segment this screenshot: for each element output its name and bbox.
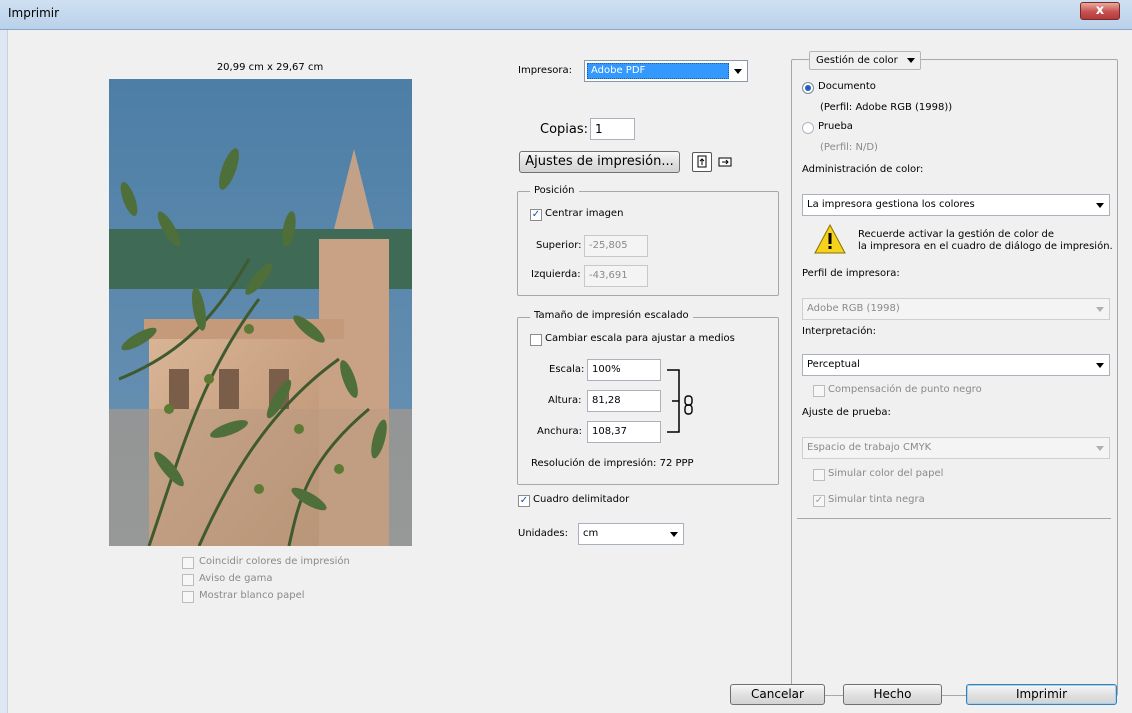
paper-color-label: Simular color del papel: [828, 468, 944, 479]
close-button[interactable]: x: [1080, 2, 1120, 20]
intent-select[interactable]: Perceptual: [802, 354, 1110, 376]
warning-line-2: la impresora en el cuadro de diálogo de …: [858, 241, 1113, 252]
print-settings-button[interactable]: Ajustes de impresión...: [519, 151, 680, 173]
paper-white-checkbox[interactable]: [182, 591, 194, 603]
black-point-checkbox[interactable]: [813, 385, 825, 397]
gamut-warning-checkbox[interactable]: [182, 574, 194, 586]
match-colors-checkbox[interactable]: [182, 557, 194, 569]
window-left-edge: [0, 30, 8, 713]
units-label: Unidades:: [518, 528, 568, 539]
printer-profile-value: Adobe RGB (1998): [807, 303, 900, 314]
chevron-down-icon: [670, 532, 678, 537]
match-colors-label: Coincidir colores de impresión: [199, 556, 350, 567]
proof-setup-select[interactable]: Espacio de trabajo CMYK: [802, 437, 1110, 459]
left-label: Izquierda:: [531, 269, 581, 280]
intent-value: Perceptual: [807, 359, 860, 370]
chevron-down-icon: [734, 69, 742, 74]
bounding-box-option[interactable]: ✓ Cuadro delimitador: [518, 494, 638, 509]
position-legend: Posición: [530, 185, 579, 196]
paper-color-checkbox[interactable]: [813, 469, 825, 481]
black-ink-option[interactable]: ✓ Simular tinta negra: [813, 494, 1013, 509]
center-image-checkbox[interactable]: ✓: [530, 209, 542, 221]
portrait-orientation-button[interactable]: [692, 152, 712, 172]
left-input[interactable]: -43,691: [584, 265, 648, 287]
printer-value: Adobe PDF: [587, 63, 729, 79]
printer-label: Impresora:: [518, 65, 573, 76]
proof-radio[interactable]: [802, 122, 814, 134]
black-point-label: Compensación de punto negro: [828, 384, 982, 395]
width-input[interactable]: 108,37: [587, 421, 661, 443]
proof-setup-value: Espacio de trabajo CMYK: [807, 442, 932, 453]
scale-to-fit-option[interactable]: Cambiar escala para ajustar a medios: [530, 333, 740, 348]
proof-profile: (Perfil: N/D): [820, 142, 878, 153]
chevron-down-icon: [907, 58, 915, 63]
close-icon: x: [1095, 3, 1105, 18]
proof-label: Prueba: [818, 121, 853, 132]
units-value: cm: [583, 528, 599, 539]
print-button[interactable]: Imprimir: [966, 684, 1117, 705]
chain-link-icon[interactable]: [682, 394, 696, 416]
color-management-panel: [791, 59, 1118, 696]
printer-profile-select[interactable]: Adobe RGB (1998): [802, 298, 1110, 320]
print-preview-image: [109, 79, 412, 546]
constrain-bracket: [667, 369, 681, 433]
landscape-orientation-button[interactable]: [716, 153, 736, 173]
window-title: Imprimir: [8, 6, 60, 20]
proof-setup-label: Ajuste de prueba:: [802, 407, 891, 418]
chevron-down-icon: [1096, 307, 1104, 312]
cancel-button[interactable]: Cancelar: [730, 684, 825, 705]
scale-input[interactable]: 100%: [587, 359, 661, 381]
preview-size-label: 20,99 cm x 29,67 cm: [216, 62, 324, 73]
document-label: Documento: [818, 81, 876, 92]
scale-label: Escala:: [549, 364, 585, 375]
intent-label: Interpretación:: [802, 326, 877, 337]
color-section-dropdown[interactable]: Gestión de color: [809, 51, 921, 70]
black-ink-checkbox[interactable]: ✓: [813, 495, 825, 507]
height-label: Altura:: [548, 395, 582, 406]
printer-select[interactable]: Adobe PDF: [584, 60, 748, 82]
color-management-value: La impresora gestiona los colores: [807, 199, 975, 210]
width-label: Anchura:: [537, 426, 582, 437]
landscape-orientation-icon: [718, 157, 732, 167]
scaled-size-legend: Tamaño de impresión escalado: [530, 310, 693, 321]
warning-line-1: Recuerde activar la gestión de color de: [858, 229, 1055, 240]
black-point-option[interactable]: Compensación de punto negro: [813, 384, 1013, 399]
height-input[interactable]: 81,28: [587, 390, 661, 412]
black-ink-label: Simular tinta negra: [828, 494, 925, 505]
print-resolution: Resolución de impresión: 72 PPP: [531, 458, 694, 469]
paper-white-label: Mostrar blanco papel: [199, 590, 305, 601]
chevron-down-icon: [1096, 203, 1104, 208]
document-profile: (Perfil: Adobe RGB (1998)): [820, 102, 953, 113]
color-section-label: Gestión de color: [816, 55, 898, 66]
top-input[interactable]: -25,805: [584, 235, 648, 257]
bounding-box-label: Cuadro delimitador: [533, 494, 630, 505]
chevron-down-icon: [1096, 446, 1104, 451]
gamut-warning-label: Aviso de gama: [199, 573, 273, 584]
printer-profile-label: Perfil de impresora:: [802, 268, 900, 279]
warning-icon: [814, 223, 846, 254]
units-select[interactable]: cm: [578, 523, 684, 545]
color-management-label: Administración de color:: [802, 164, 924, 175]
scale-to-fit-label: Cambiar escala para ajustar a medios: [545, 333, 735, 344]
bounding-box-checkbox[interactable]: ✓: [518, 495, 530, 507]
top-label: Superior:: [536, 240, 582, 251]
center-image-label: Centrar imagen: [545, 208, 624, 219]
copies-label: Copias:: [540, 122, 589, 137]
done-button[interactable]: Hecho: [843, 684, 942, 705]
copies-input[interactable]: 1: [590, 118, 635, 140]
document-radio[interactable]: [802, 82, 814, 94]
scale-to-fit-checkbox[interactable]: [530, 334, 542, 346]
center-image-option[interactable]: ✓ Centrar imagen: [530, 208, 660, 223]
section-divider: [797, 518, 1111, 519]
title-bar: Imprimir x: [0, 0, 1132, 30]
color-management-select[interactable]: La impresora gestiona los colores: [802, 194, 1110, 216]
portrait-orientation-icon: [697, 155, 707, 168]
chevron-down-icon: [1096, 363, 1104, 368]
paper-color-option[interactable]: Simular color del papel: [813, 468, 1013, 483]
